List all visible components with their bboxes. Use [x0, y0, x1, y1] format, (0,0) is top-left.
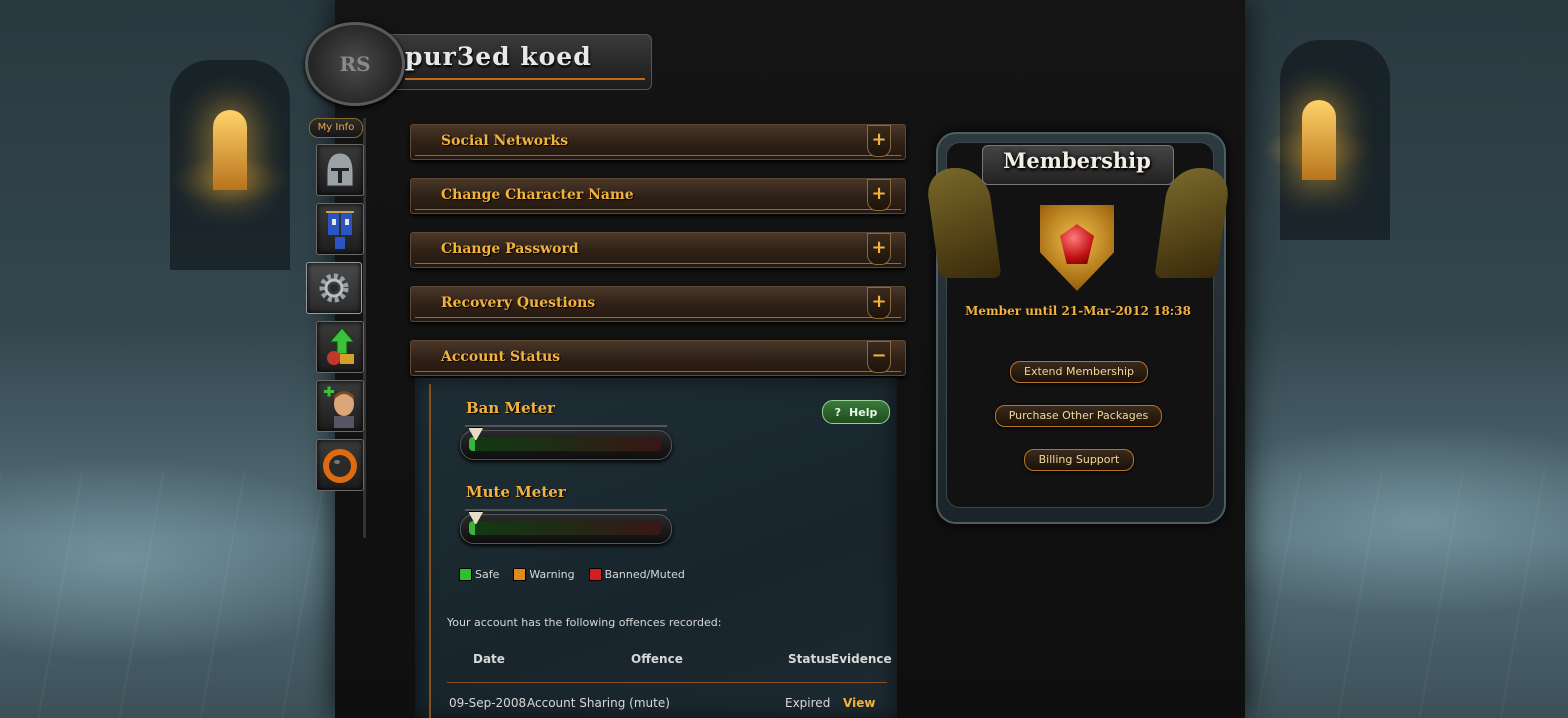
expand-plus-icon[interactable]: +	[867, 125, 891, 157]
accordion-label: Social Networks	[441, 133, 569, 149]
accordion-change-password[interactable]: Change Password +	[410, 232, 906, 268]
mute-meter-fill	[469, 521, 475, 535]
ban-meter-rule	[465, 425, 667, 427]
column-offence: Offence	[631, 652, 683, 666]
accordion-label: Account Status	[441, 349, 561, 365]
ban-meter-fill	[469, 437, 475, 451]
column-date: Date	[473, 652, 505, 666]
membership-expiry: Member until 21-Mar-2012 18:38	[965, 304, 1191, 318]
extend-membership-button[interactable]: Extend Membership	[1010, 361, 1148, 383]
background-window-right	[1302, 100, 1336, 180]
help-button[interactable]: ? Help	[822, 400, 890, 424]
column-evidence: Evidence	[831, 652, 892, 666]
help-label: Help	[849, 405, 878, 419]
offences-intro: Your account has the following offences …	[447, 616, 722, 629]
mute-meter	[460, 511, 672, 544]
legend-safe: Safe	[459, 568, 499, 581]
add-friend-icon	[324, 386, 354, 428]
nav-upgrade-button[interactable]	[316, 321, 364, 373]
cell-offence: Account Sharing (mute)	[527, 696, 670, 710]
table-row: 09-Sep-2008 Account Sharing (mute) Expir…	[447, 696, 887, 714]
mute-meter-track	[469, 521, 661, 535]
ban-meter-title: Ban Meter	[466, 399, 556, 417]
cell-date: 09-Sep-2008	[449, 696, 527, 710]
collapse-minus-icon[interactable]: −	[867, 341, 891, 373]
nav-settings-button[interactable]	[306, 262, 362, 314]
mute-meter-rule	[465, 509, 667, 511]
cell-status: Expired	[785, 696, 831, 710]
nav-banner-button[interactable]	[316, 203, 364, 255]
background-window-left	[213, 110, 247, 190]
legend-banned-muted: Banned/Muted	[588, 568, 685, 581]
account-status-panel: Ban Meter Mute Meter ? Help Safe Warning…	[415, 378, 897, 718]
accordion-label: Change Character Name	[441, 187, 634, 203]
ban-meter-track	[469, 437, 661, 451]
nav-helmet-button[interactable]	[316, 144, 364, 196]
evidence-view-link[interactable]: View	[843, 696, 875, 710]
meter-legend: Safe Warning Banned/Muted	[459, 568, 685, 581]
header-underline	[405, 78, 645, 80]
helmet-icon	[326, 152, 354, 187]
accordion-label: Change Password	[441, 241, 579, 257]
legend-label-warning: Warning	[529, 568, 575, 581]
offences-table-header: Date Offence Status Evidence	[447, 652, 892, 670]
expand-plus-icon[interactable]: +	[867, 287, 891, 319]
help-icon: ?	[834, 405, 842, 419]
legend-label-banned: Banned/Muted	[604, 568, 685, 581]
legend-swatch-safe	[459, 568, 472, 581]
game-emblem: RS	[305, 22, 405, 106]
nav-add-friend-button[interactable]	[316, 380, 364, 432]
mute-meter-title: Mute Meter	[466, 483, 566, 501]
bomb-icon	[323, 449, 357, 483]
accordion-recovery-questions[interactable]: Recovery Questions +	[410, 286, 906, 322]
accordion-social-networks[interactable]: Social Networks +	[410, 124, 906, 160]
expand-plus-icon[interactable]: +	[867, 179, 891, 211]
upgrade-arrow-icon	[327, 327, 356, 365]
banner-icon	[326, 211, 354, 249]
table-divider	[447, 682, 887, 683]
ban-meter	[460, 427, 672, 460]
legend-warning: Warning	[513, 568, 575, 581]
accordion-change-character-name[interactable]: Change Character Name +	[410, 178, 906, 214]
billing-support-button[interactable]: Billing Support	[1024, 449, 1134, 471]
purchase-packages-button[interactable]: Purchase Other Packages	[995, 405, 1162, 427]
player-name: pur3ed koed	[405, 42, 592, 71]
gear-icon	[319, 273, 349, 303]
membership-title: Membership	[1003, 148, 1151, 173]
emblem-text: RS	[339, 52, 371, 76]
accordion-account-status[interactable]: Account Status −	[410, 340, 906, 376]
legend-swatch-banned	[588, 568, 602, 581]
expand-plus-icon[interactable]: +	[867, 233, 891, 265]
my-info-tab[interactable]: My Info	[309, 118, 363, 138]
legend-label-safe: Safe	[475, 568, 500, 581]
column-status: Status	[788, 652, 832, 666]
nav-bomb-button[interactable]	[316, 439, 364, 491]
legend-swatch-warning	[513, 568, 527, 581]
accordion-label: Recovery Questions	[441, 295, 596, 311]
